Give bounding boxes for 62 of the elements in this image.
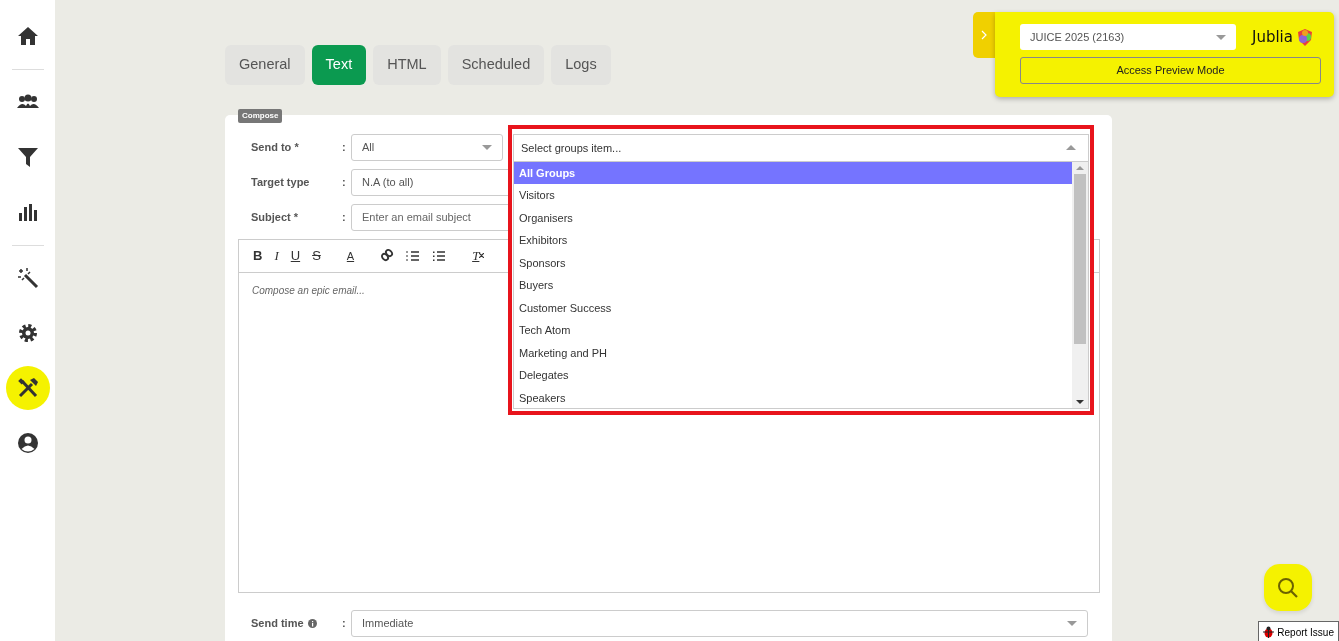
caret-icon: [1216, 34, 1226, 40]
tab[interactable]: Scheduled: [447, 45, 545, 85]
field-label: Subject *: [251, 210, 300, 225]
caret-icon: [482, 144, 492, 150]
group-select-field[interactable]: Select groups item...: [513, 133, 1089, 162]
scrollbar[interactable]: [1072, 161, 1088, 408]
search-icon: [1277, 576, 1299, 599]
filter-icon: [16, 146, 39, 168]
strikethrough-button[interactable]: S: [308, 244, 325, 267]
bold-button[interactable]: B: [249, 244, 267, 267]
magic-wand-icon: [16, 267, 39, 289]
dropdown-option[interactable]: Customer Success: [514, 296, 1072, 320]
select-field[interactable]: Immediate: [351, 609, 1088, 637]
dropdown-option[interactable]: Tech Atom: [514, 319, 1072, 342]
field-label: Target type: [251, 175, 311, 190]
section-badge: Compose: [238, 108, 283, 123]
link-icon: [380, 248, 395, 263]
info-icon: [307, 618, 317, 628]
tools-icon: [16, 377, 39, 399]
home-icon: [16, 25, 39, 47]
colon: :: [342, 175, 347, 190]
tab[interactable]: Text: [311, 45, 367, 85]
field-label: Send to *: [251, 140, 300, 155]
select-field[interactable]: All: [351, 133, 503, 161]
dropdown-option[interactable]: Visitors: [514, 184, 1072, 207]
preview-mode-button[interactable]: Access Preview Mode: [1020, 57, 1321, 84]
caret-icon: [1067, 620, 1077, 626]
italic-button[interactable]: I: [270, 244, 283, 267]
tab[interactable]: General: [225, 45, 305, 85]
bar-chart-icon: [16, 201, 39, 223]
scrollbar-thumb[interactable]: [1074, 173, 1086, 344]
dropdown-option[interactable]: Buyers: [514, 274, 1072, 297]
dropdown-option[interactable]: Organisers: [514, 206, 1072, 230]
tab[interactable]: Logs: [551, 45, 611, 85]
user-circle-icon: [16, 432, 39, 454]
underline-button[interactable]: U: [286, 244, 305, 267]
chevron-right-icon: [981, 30, 987, 40]
dropdown-option[interactable]: Sponsors: [514, 251, 1072, 275]
search-button[interactable]: [1264, 564, 1312, 611]
sidebar-item[interactable]: [5, 366, 50, 410]
shield-logo-icon: [1297, 28, 1313, 46]
tab[interactable]: HTML: [373, 45, 441, 85]
dropdown-option[interactable]: Delegates: [514, 364, 1072, 387]
editor-placeholder: Compose an epic email...: [252, 283, 365, 298]
field-label: Send time: [251, 616, 304, 631]
clear-format-button[interactable]: T: [468, 244, 489, 267]
numbered-list-icon: [406, 248, 421, 263]
report-issue-button[interactable]: Report Issue: [1258, 621, 1339, 641]
caret-icon: [1066, 145, 1076, 151]
event-select-field[interactable]: JUICE 2025 (2163): [1020, 24, 1236, 50]
bullet-list-icon: [432, 248, 447, 263]
colon: :: [342, 210, 347, 225]
logo-text: Jublia: [1252, 26, 1293, 48]
settings-icon: [16, 322, 39, 344]
close-icon: [479, 253, 485, 259]
dropdown-option[interactable]: Marketing and PH: [514, 341, 1072, 365]
dropdown-option[interactable]: Speakers: [514, 386, 1072, 408]
dropdown-option[interactable]: All Groups: [514, 161, 1072, 185]
text-color-button[interactable]: A: [342, 244, 359, 267]
colon: :: [342, 140, 347, 155]
colon: :: [342, 616, 347, 631]
bug-icon: [1263, 626, 1275, 638]
